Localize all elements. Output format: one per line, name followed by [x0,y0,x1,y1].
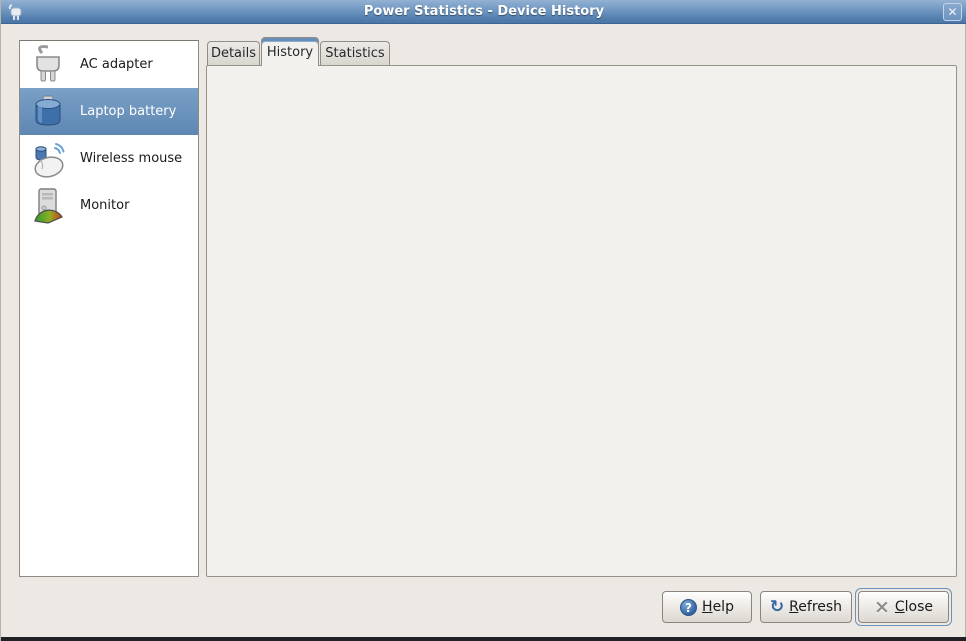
monitor-icon [28,186,68,226]
device-label: Monitor [80,198,129,213]
window-title: Power Statistics - Device History [1,4,966,19]
help-button[interactable]: ? Help [662,591,752,623]
wireless-mouse-icon [28,139,68,179]
device-row-ac-adapter[interactable]: AC adapter [20,41,198,88]
refresh-icon: ↻ [770,599,784,616]
laptop-battery-icon [28,92,68,132]
close-icon: × [874,599,890,616]
device-list: AC adapter Laptop battery Wireless mouse [19,40,199,577]
history-tab-panel [206,65,957,577]
refresh-button-label: Refresh [789,599,842,615]
close-button-focus-ring: × Close [855,588,952,626]
device-label: AC adapter [80,57,153,72]
close-button-label: Close [895,599,933,615]
tab-history[interactable]: History [261,37,319,66]
tab-statistics[interactable]: Statistics [320,41,390,66]
close-button[interactable]: × Close [858,591,949,623]
help-button-label: Help [702,599,734,615]
device-row-wireless-mouse[interactable]: Wireless mouse [20,135,198,182]
close-window-icon[interactable]: ✕ [943,3,962,21]
device-label: Wireless mouse [80,151,182,166]
ac-adapter-icon [28,45,68,85]
titlebar[interactable]: Power Statistics - Device History ✕ [1,0,966,24]
power-statistics-window: Power Statistics - Device History ✕ AC a… [0,0,966,641]
device-row-monitor[interactable]: Monitor [20,182,198,229]
tab-details[interactable]: Details [207,41,260,66]
device-row-laptop-battery[interactable]: Laptop battery [20,88,198,135]
window-bottom-edge [1,637,966,641]
device-label: Laptop battery [80,104,176,119]
help-icon: ? [680,599,697,616]
refresh-button[interactable]: ↻ Refresh [760,591,852,623]
